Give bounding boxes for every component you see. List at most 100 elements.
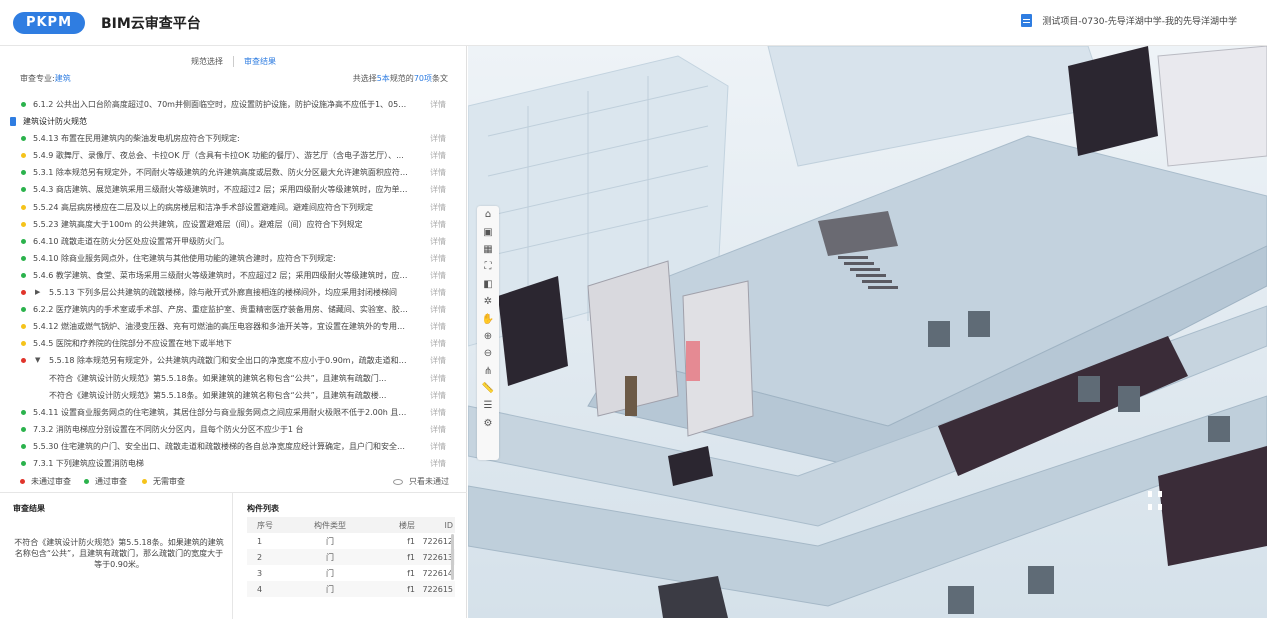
orbit-icon[interactable]: ✲ <box>477 293 499 310</box>
table-row[interactable]: 3 门 f1 722614 <box>247 565 455 581</box>
rule-list[interactable]: 6.1.2 公共出入口台阶高度超过0、70m并侧面临空时，应设置防护设施，防护设… <box>0 96 467 469</box>
detail-link[interactable]: 详情 <box>430 147 446 164</box>
zoom-out-icon[interactable]: ⊖ <box>477 345 499 362</box>
pan-icon[interactable]: ✋ <box>477 310 499 327</box>
settings-icon[interactable]: ⚙ <box>477 415 499 432</box>
detail-link[interactable]: 详情 <box>430 233 446 250</box>
project-label: 测试项目-0730-先导洋湖中学-我的先导洋湖中学 <box>1042 17 1237 27</box>
rule-text: 5.4.11 设置商业服务网点的住宅建筑，其居住部分与商业服务网点之间应采用耐火… <box>33 407 410 417</box>
building-model-render[interactable] <box>468 46 1267 618</box>
rule-item[interactable]: ▶ 5.5.13 下列多层公共建筑的疏散楼梯，除与敞开式外廊直接相连的楼梯间外，均… <box>0 284 467 301</box>
detail-link[interactable]: 详情 <box>430 199 446 216</box>
grid-icon[interactable]: ▦ <box>477 241 499 258</box>
bim-3d-viewer[interactable]: ⌂ ▣ ▦ ⛶ ◧ ✲ ✋ ⊕ ⊖ ⋔ 📏 ☰ ⚙ <box>468 46 1267 618</box>
tab-bar: 规范选择 审查结果 <box>0 56 467 67</box>
rule-item[interactable]: 5.4.10 除商业服务网点外，住宅建筑与其他使用功能的建筑合建时，应符合下列规… <box>0 250 467 267</box>
rule-item[interactable]: 5.5.30 住宅建筑的户门、安全出口、疏散走道和疏散楼梯的各自总净宽度应经计算… <box>0 438 467 455</box>
detail-link[interactable]: 详情 <box>430 181 446 198</box>
detail-link[interactable]: 详情 <box>430 267 446 284</box>
detail-link[interactable]: 详情 <box>430 301 446 318</box>
review-sidebar: 规范选择 审查结果 审查专业:建筑 共选择5本规范的70项条文 6.1.2 公共… <box>0 46 467 619</box>
rule-category[interactable]: 建筑设计防火规范 <box>0 113 467 130</box>
rule-text: 5.4.12 燃油或燃气锅炉、油浸变压器、充有可燃油的高压电容器和多油开关等，宜… <box>33 322 410 332</box>
legend-fail: 未通过审查 <box>20 476 71 487</box>
rule-text: 不符合《建筑设计防火规范》第5.5.18条。如果建筑的建筑名称包含“公共”，且建… <box>49 390 387 400</box>
pass-dot-icon <box>84 479 89 484</box>
app-title: BIM云审查平台 <box>101 15 201 32</box>
component-scrollbar[interactable] <box>451 534 454 580</box>
rule-item[interactable]: 6.2.2 医疗建筑内的手术室或手术部、产房、重症监护室、贵重精密医疗装备用房、… <box>0 301 467 318</box>
detail-link[interactable]: 详情 <box>430 438 446 455</box>
green-status-dot-icon <box>21 307 26 313</box>
rule-item[interactable]: 5.4.11 设置商业服务网点的住宅建筑，其居住部分与商业服务网点之间应采用耐火… <box>0 404 467 421</box>
detail-link[interactable]: 详情 <box>430 421 446 438</box>
tab-rule-selection[interactable]: 规范选择 <box>181 56 233 67</box>
table-cell: 1 <box>257 536 263 546</box>
table-header: 序号 构件类型 楼层 ID <box>247 517 455 533</box>
section-icon[interactable]: ◧ <box>477 276 499 293</box>
home-icon[interactable]: ⌂ <box>477 206 499 223</box>
red-status-dot-icon <box>21 358 26 364</box>
expand-arrow-icon[interactable]: ▶ <box>35 284 40 301</box>
only-failed-toggle[interactable]: 只看未通过 <box>393 476 449 487</box>
legend-none: 无需审查 <box>142 476 185 487</box>
rule-item[interactable]: 不符合《建筑设计防火规范》第5.5.18条。如果建筑的建筑名称包含“公共”，且建… <box>0 387 467 404</box>
green-status-dot-icon <box>21 102 26 107</box>
rule-text: 5.5.24 高层病房楼应在二层及以上的病房楼层和洁净手术部设置避难间。避难间应… <box>33 202 373 212</box>
rule-item[interactable]: 6.4.10 疏散走道在防火分区处应设置常开甲级防火门。 详情 <box>0 233 467 250</box>
detail-link[interactable]: 详情 <box>430 284 446 301</box>
rule-item[interactable]: ▼ 5.5.18 除本规范另有规定外，公共建筑内疏散门和安全出口的净宽度不应小于0… <box>0 352 467 369</box>
detail-link[interactable]: 详情 <box>430 352 446 369</box>
table-row[interactable]: 4 门 f1 722615 <box>247 581 455 597</box>
rule-item[interactable]: 6.1.2 公共出入口台阶高度超过0、70m并侧面临空时，应设置防护设施，防护设… <box>0 96 467 113</box>
detail-link[interactable]: 详情 <box>430 216 446 233</box>
green-status-dot-icon <box>21 460 26 466</box>
rule-item[interactable]: 5.4.5 医院和疗养院的住院部分不应设置在地下或半地下 详情 <box>0 335 467 352</box>
table-cell: 4 <box>257 584 263 594</box>
rule-item[interactable]: 5.4.3 商店建筑、展览建筑采用三级耐火等级建筑时，不应超过2 层；采用四级耐… <box>0 181 467 198</box>
tab-review-results[interactable]: 审查结果 <box>233 56 286 67</box>
rule-item[interactable]: 5.3.1 除本规范另有规定外，不同耐火等级建筑的允许建筑高度或层数、防火分区最… <box>0 164 467 181</box>
rule-item[interactable]: 不符合《建筑设计防火规范》第5.5.18条。如果建筑的建筑名称包含“公共”，且建… <box>0 370 467 387</box>
rule-item[interactable]: 5.4.9 歌舞厅、录像厅、夜总会、卡拉OK 厅（含具有卡拉OK 功能的餐厅）、… <box>0 147 467 164</box>
rule-item[interactable]: 5.4.12 燃油或燃气锅炉、油浸变压器、充有可燃油的高压电容器和多油开关等，宜… <box>0 318 467 335</box>
detail-link[interactable]: 详情 <box>430 96 446 113</box>
detail-link[interactable]: 详情 <box>430 370 446 387</box>
rule-item[interactable]: 5.4.6 教学建筑、食堂、菜市场采用三级耐火等级建筑时，不应超过2 层；采用四… <box>0 267 467 284</box>
project-name[interactable]: 测试项目-0730-先导洋湖中学-我的先导洋湖中学 <box>1021 14 1237 27</box>
detail-link[interactable]: 详情 <box>430 335 446 352</box>
pkpm-logo[interactable]: PKPM <box>13 11 85 34</box>
collapse-arrow-icon[interactable]: ▼ <box>35 352 40 369</box>
rule-text: 6.1.2 公共出入口台阶高度超过0、70m并侧面临空时，应设置防护设施，防护设… <box>33 100 410 109</box>
rule-item[interactable]: 7.3.2 消防电梯应分别设置在不同防火分区内，且每个防火分区不应少于1 台 详情 <box>0 421 467 438</box>
table-row[interactable]: 1 门 f1 722612 <box>247 533 455 549</box>
result-panel: 审查结果 不符合《建筑设计防火规范》第5.5.18条。如果建筑的建筑名称包含“公… <box>0 493 233 619</box>
green-status-dot-icon <box>21 136 26 142</box>
zoom-in-icon[interactable]: ⊕ <box>477 328 499 345</box>
tree-icon[interactable]: ⋔ <box>477 363 499 380</box>
detail-link[interactable]: 详情 <box>430 455 446 469</box>
detail-link[interactable]: 详情 <box>430 164 446 181</box>
rule-item[interactable]: 5.5.24 高层病房楼应在二层及以上的病房楼层和洁净手术部设置避难间。避难间应… <box>0 199 467 216</box>
detail-link[interactable]: 详情 <box>430 250 446 267</box>
yellow-status-dot-icon <box>21 153 26 159</box>
rule-item[interactable]: 5.4.13 布置在民用建筑内的柴油发电机房应符合下列规定: 详情 <box>0 130 467 147</box>
rule-item[interactable]: 7.3.1 下列建筑应设置消防电梯 详情 <box>0 455 467 469</box>
detail-link[interactable]: 详情 <box>430 404 446 421</box>
rule-item[interactable]: 5.5.23 建筑高度大于100m 的公共建筑，应设置避难层（间）。避难层（间）… <box>0 216 467 233</box>
eye-icon <box>393 478 403 485</box>
rule-text: 5.3.1 除本规范另有规定外，不同耐火等级建筑的允许建筑高度或层数、防火分区最… <box>33 168 410 178</box>
detail-link[interactable]: 详情 <box>430 130 446 147</box>
fit-icon[interactable]: ⛶ <box>477 258 499 275</box>
measure-icon[interactable]: 📏 <box>477 380 499 397</box>
table-cell: 722615 <box>422 584 453 594</box>
rule-text: 5.5.18 除本规范另有规定外，公共建筑内疏散门和安全出口的净宽度不应小于0.… <box>49 356 410 366</box>
detail-link[interactable]: 详情 <box>430 387 446 404</box>
result-text: 不符合《建筑设计防火规范》第5.5.18条。如果建筑的建筑名称包含“公共”，且建… <box>14 538 224 569</box>
cube-icon[interactable]: ▣ <box>477 223 499 240</box>
layers-icon[interactable]: ☰ <box>477 397 499 414</box>
detail-link[interactable]: 详情 <box>430 318 446 335</box>
table-row[interactable]: 2 门 f1 722613 <box>247 549 455 565</box>
status-legend: 未通过审查 通过审查 无需审查 只看未通过 <box>0 476 467 490</box>
table-cell: f1 <box>407 552 415 562</box>
